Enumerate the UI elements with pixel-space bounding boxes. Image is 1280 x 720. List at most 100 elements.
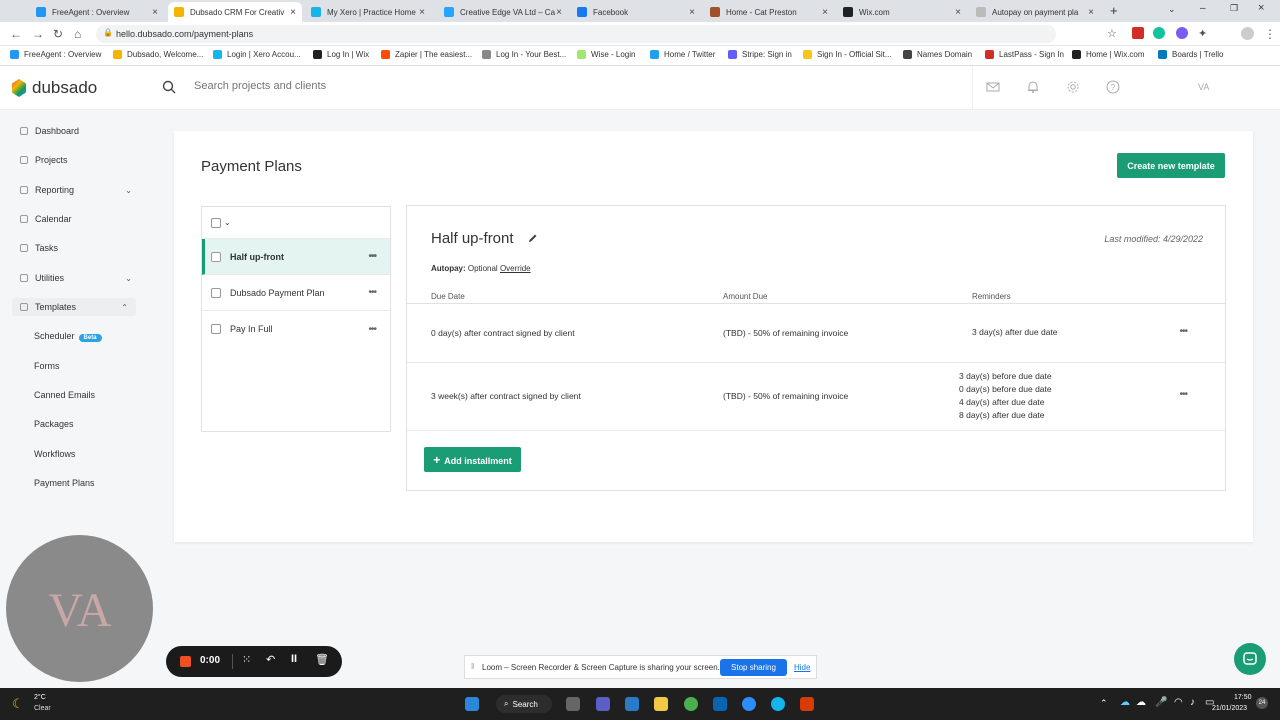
tab-xero[interactable]: My Xero | Practice Home × — [305, 2, 431, 22]
extension-icon[interactable] — [1132, 27, 1144, 39]
stop-sharing-button[interactable]: Stop sharing — [720, 659, 787, 676]
close-icon[interactable]: × — [419, 7, 425, 18]
bookmark[interactable]: Home | Wix.com — [1072, 50, 1145, 59]
create-template-button[interactable]: Create new template — [1117, 153, 1225, 178]
plan-checkbox[interactable] — [211, 251, 221, 262]
taskbar-search[interactable]: ⌕ Search — [496, 695, 552, 713]
bookmark[interactable]: Log In | Wix — [313, 50, 369, 59]
forward-icon[interactable]: → — [32, 27, 44, 41]
more-icon[interactable]: ••• — [1179, 389, 1187, 400]
dubsado-logo[interactable]: dubsado — [12, 78, 97, 98]
bookmark[interactable]: Sign In - Official Sit... — [803, 50, 892, 59]
windows-start-icon[interactable] — [465, 697, 479, 711]
maximize-button[interactable]: ❐ — [1230, 3, 1238, 14]
bookmark[interactable]: Wise - Login — [577, 50, 635, 59]
plan-item[interactable]: Dubsado Payment Plan ••• — [202, 275, 390, 311]
tab-autopay[interactable]: Autopay on payment pla × — [970, 2, 1100, 22]
menu-icon[interactable]: ⋮ — [1264, 27, 1276, 41]
grid-icon[interactable]: ⁙ — [242, 653, 251, 666]
plan-item[interactable]: Half up-front ••• — [202, 239, 390, 275]
task-view-icon[interactable] — [566, 697, 580, 711]
plan-item[interactable]: Pay In Full ••• — [202, 311, 390, 347]
teams-icon[interactable] — [596, 697, 610, 711]
clock-time[interactable]: 17:50 — [1234, 694, 1252, 701]
profile-avatar[interactable] — [1241, 27, 1254, 40]
close-icon[interactable]: × — [955, 7, 961, 18]
tab-facebook[interactable]: Facebook × — [571, 2, 701, 22]
bookmark[interactable]: LastPass - Sign In — [985, 50, 1064, 59]
more-icon[interactable]: ••• — [368, 287, 376, 298]
back-icon[interactable]: ← — [10, 27, 22, 41]
grammarly-icon[interactable] — [1153, 27, 1165, 39]
chat-button[interactable] — [1234, 643, 1266, 675]
add-installment-button[interactable]: + Add installment — [424, 447, 521, 472]
more-icon[interactable]: ••• — [368, 324, 376, 335]
bell-icon[interactable] — [1026, 80, 1040, 94]
bookmark[interactable]: Log In - Your Best... — [482, 50, 566, 59]
plan-checkbox[interactable] — [211, 287, 221, 298]
close-icon[interactable]: × — [822, 7, 828, 18]
avatar[interactable]: VA — [1198, 82, 1209, 92]
chevron-down-icon[interactable]: ⌄ — [224, 218, 231, 227]
new-tab-button[interactable]: + — [1110, 3, 1118, 18]
bookmark[interactable]: Zapier | The easiest... — [381, 50, 472, 59]
more-icon[interactable]: ••• — [368, 251, 376, 262]
loom-camera-bubble[interactable]: VA — [6, 535, 153, 682]
clock-date[interactable]: 21/01/2023 — [1212, 705, 1247, 712]
address-bar[interactable]: 🔒 hello.dubsado.com/payment-plans — [96, 25, 1056, 43]
minimize-button[interactable]: – — [1200, 3, 1206, 14]
sidebar-item-projects[interactable]: Projects — [20, 151, 140, 169]
pause-icon[interactable]: II — [291, 653, 297, 665]
cloud-icon[interactable]: ☁ — [1136, 697, 1146, 708]
more-icon[interactable]: ••• — [1179, 326, 1187, 337]
stop-record-button[interactable] — [180, 656, 191, 667]
sidebar-item-tasks[interactable]: Tasks — [20, 239, 140, 257]
tab-freeagent[interactable]: FreeAgent : Overview × — [30, 2, 164, 22]
pencil-icon[interactable] — [527, 233, 538, 244]
office-icon[interactable] — [800, 697, 814, 711]
weather-temp[interactable]: 2°C — [34, 694, 46, 701]
tab-cat-preston[interactable]: Home - Cat Preston × — [704, 2, 834, 22]
sidebar-item-calendar[interactable]: Calendar — [20, 210, 140, 228]
outlook-icon[interactable] — [713, 697, 727, 711]
close-icon[interactable]: × — [689, 7, 695, 18]
reload-icon[interactable]: ↻ — [53, 27, 63, 41]
extension-icon[interactable] — [1176, 27, 1188, 39]
tab-search-icon[interactable]: ⌄ — [1168, 4, 1176, 15]
onedrive-icon[interactable]: ☁ — [1120, 697, 1130, 708]
plan-checkbox[interactable] — [211, 324, 221, 334]
store-icon[interactable] — [625, 697, 639, 711]
bookmark[interactable]: Boards | Trello — [1158, 50, 1223, 59]
close-icon[interactable]: × — [152, 7, 158, 18]
tab-wix[interactable]: Wix.com × — [837, 2, 967, 22]
notification-badge[interactable]: 24 — [1256, 697, 1268, 709]
file-explorer-icon[interactable] — [654, 697, 668, 711]
bookmark-star-icon[interactable]: ☆ — [1107, 27, 1117, 40]
sidebar-sub-packages[interactable]: Packages — [34, 419, 74, 429]
bookmark[interactable]: Home / Twitter — [650, 50, 715, 59]
undo-icon[interactable]: ↶ — [266, 653, 275, 666]
weather-desc[interactable]: Clear — [34, 705, 51, 712]
home-icon[interactable]: ⌂ — [74, 27, 81, 41]
search-input[interactable] — [194, 80, 594, 92]
sidebar-sub-payment-plans[interactable]: Payment Plans — [34, 478, 95, 488]
tab-creative-edge[interactable]: Creative Edge VA Ltd – Ca × — [438, 2, 568, 22]
zoom-icon[interactable] — [742, 697, 756, 711]
hide-link[interactable]: Hide — [794, 663, 810, 672]
window-close-button[interactable]: × — [1258, 2, 1264, 14]
puzzle-icon[interactable]: ✦ — [1198, 27, 1207, 40]
microphone-icon[interactable]: 🎤 — [1155, 697, 1167, 708]
drag-handle-icon[interactable]: ‖ — [471, 662, 474, 671]
chrome-icon[interactable] — [684, 697, 698, 711]
tab-dubsado[interactable]: Dubsado CRM For Creativ × — [168, 2, 302, 22]
bookmark[interactable]: Names Domain — [903, 50, 972, 59]
bookmark[interactable]: Stripe: Sign in — [728, 50, 792, 59]
trash-icon[interactable]: 🗑 — [315, 653, 329, 666]
close-icon[interactable]: × — [1088, 7, 1094, 18]
close-icon[interactable]: × — [556, 7, 562, 18]
override-link[interactable]: Override — [500, 264, 531, 273]
sidebar-item-reporting[interactable]: Reporting ⌄ — [20, 181, 140, 199]
help-icon[interactable]: ? — [1106, 80, 1120, 94]
wifi-icon[interactable]: ◠ — [1174, 697, 1183, 708]
close-icon[interactable]: × — [290, 7, 296, 18]
